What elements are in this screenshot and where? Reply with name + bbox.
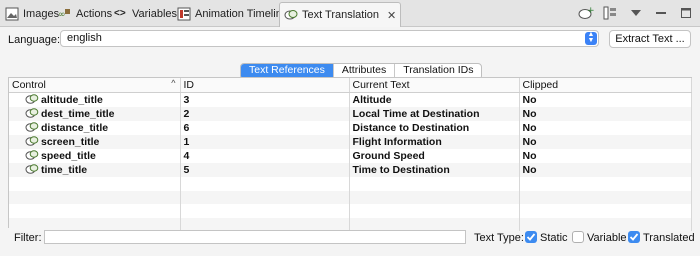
static-checkbox[interactable] xyxy=(525,231,537,243)
cell-clipped: No xyxy=(519,163,692,177)
cell-id: 3 xyxy=(180,92,350,107)
table-row[interactable]: speed_title 4 Ground Speed No xyxy=(9,149,692,163)
tab-text-translation[interactable]: Text Translation ✕ xyxy=(279,2,402,27)
column-header-clipped[interactable]: Clipped xyxy=(519,78,692,93)
column-header-id[interactable]: ID xyxy=(180,78,350,93)
svg-text:+: + xyxy=(587,6,594,16)
cell-control: altitude_title xyxy=(9,92,181,107)
image-icon xyxy=(5,7,19,21)
variables-icon: <> xyxy=(114,8,126,19)
cell-current-text: Local Time at Destination xyxy=(349,107,520,121)
cell-control: dest_time_title xyxy=(9,107,181,121)
cell-id: 1 xyxy=(180,135,350,149)
empty-row xyxy=(9,190,692,205)
translated-checkbox[interactable] xyxy=(628,231,640,243)
translation-icon xyxy=(25,121,39,135)
cell-control: speed_title xyxy=(9,149,181,163)
cell-control: screen_title xyxy=(9,135,181,149)
translation-icon xyxy=(25,135,39,149)
minimize-icon[interactable] xyxy=(653,4,669,22)
translation-icon xyxy=(25,93,39,107)
table-row[interactable]: time_title 5 Time to Destination No xyxy=(9,163,692,177)
extract-text-button[interactable]: Extract Text ... xyxy=(609,30,691,48)
translation-icon xyxy=(284,8,298,22)
tab-variables[interactable]: <> Variables xyxy=(114,3,177,25)
translation-icon xyxy=(25,163,39,177)
cell-current-text: Distance to Destination xyxy=(349,121,520,135)
timeline-icon xyxy=(177,7,191,21)
cell-current-text: Ground Speed xyxy=(349,149,520,163)
variable-checkbox-label: Variable xyxy=(587,232,627,244)
text-type-label: Text Type: xyxy=(474,232,524,244)
table-row[interactable]: screen_title 1 Flight Information No xyxy=(9,135,692,149)
static-checkbox-label: Static xyxy=(540,232,568,244)
column-header-control[interactable]: Control ^ xyxy=(9,78,181,93)
view-toolbar: + xyxy=(578,4,694,22)
tab-label: Animation Timeline xyxy=(195,8,288,20)
text-translation-view: Language: english ▲ ▼ Extract Text ... Te… xyxy=(0,27,700,256)
maximize-icon[interactable] xyxy=(678,4,694,22)
cell-current-text: Altitude xyxy=(349,92,520,107)
close-icon[interactable]: ✕ xyxy=(387,9,396,22)
tab-animation-timeline[interactable]: Animation Timeline xyxy=(177,3,288,25)
cell-id: 2 xyxy=(180,107,350,121)
column-header-current-text[interactable]: Current Text xyxy=(349,78,520,93)
layout-icon[interactable] xyxy=(603,4,619,22)
add-translation-icon[interactable]: + xyxy=(578,4,594,22)
cell-current-text: Flight Information xyxy=(349,135,520,149)
svg-text:∞: ∞ xyxy=(58,10,66,20)
chevron-updown-icon: ▲ ▼ xyxy=(585,31,597,45)
language-label: Language: xyxy=(8,34,60,46)
translation-icon xyxy=(25,107,39,121)
cell-control: distance_title xyxy=(9,121,181,135)
empty-row xyxy=(9,177,692,191)
empty-row xyxy=(9,204,692,218)
tab-actions[interactable]: ∞ Actions xyxy=(58,3,112,25)
cell-control: time_title xyxy=(9,163,181,177)
table-header: Control ^ ID Current Text Clipped xyxy=(9,78,692,93)
cell-id: 6 xyxy=(180,121,350,135)
table-row[interactable]: dest_time_title 2 Local Time at Destinatio… xyxy=(9,107,692,121)
translation-icon xyxy=(25,149,39,163)
table-row[interactable]: distance_title 6 Distance to Destination No xyxy=(9,121,692,135)
translated-checkbox-label: Translated xyxy=(643,232,695,244)
cell-clipped: No xyxy=(519,121,692,135)
text-references-table: Control ^ ID Current Text Clipped altitud… xyxy=(8,77,692,232)
cell-clipped: No xyxy=(519,149,692,163)
filter-label: Filter: xyxy=(14,232,42,244)
cell-clipped: No xyxy=(519,135,692,149)
sort-ascending-icon: ^ xyxy=(171,78,176,88)
tab-label: Actions xyxy=(76,8,113,20)
cell-id: 5 xyxy=(180,163,350,177)
view-menu-icon[interactable] xyxy=(628,4,644,22)
tab-label: Variables xyxy=(132,8,178,20)
filter-input[interactable] xyxy=(44,230,466,244)
cell-current-text: Time to Destination xyxy=(349,163,520,177)
cell-clipped: No xyxy=(519,107,692,121)
variable-checkbox[interactable] xyxy=(572,231,584,243)
language-value: english xyxy=(67,32,102,44)
language-select[interactable]: english ▲ ▼ xyxy=(60,30,599,47)
table-row[interactable]: altitude_title 3 Altitude No xyxy=(9,92,692,107)
tab-label: Images xyxy=(23,8,60,20)
tab-images[interactable]: Images xyxy=(5,3,59,25)
cell-clipped: No xyxy=(519,92,692,107)
actions-icon: ∞ xyxy=(58,7,72,21)
tab-label: Text Translation xyxy=(302,9,380,21)
view-tab-bar: Images ∞ Actions <> Variables Animation … xyxy=(0,0,700,27)
cell-id: 4 xyxy=(180,149,350,163)
